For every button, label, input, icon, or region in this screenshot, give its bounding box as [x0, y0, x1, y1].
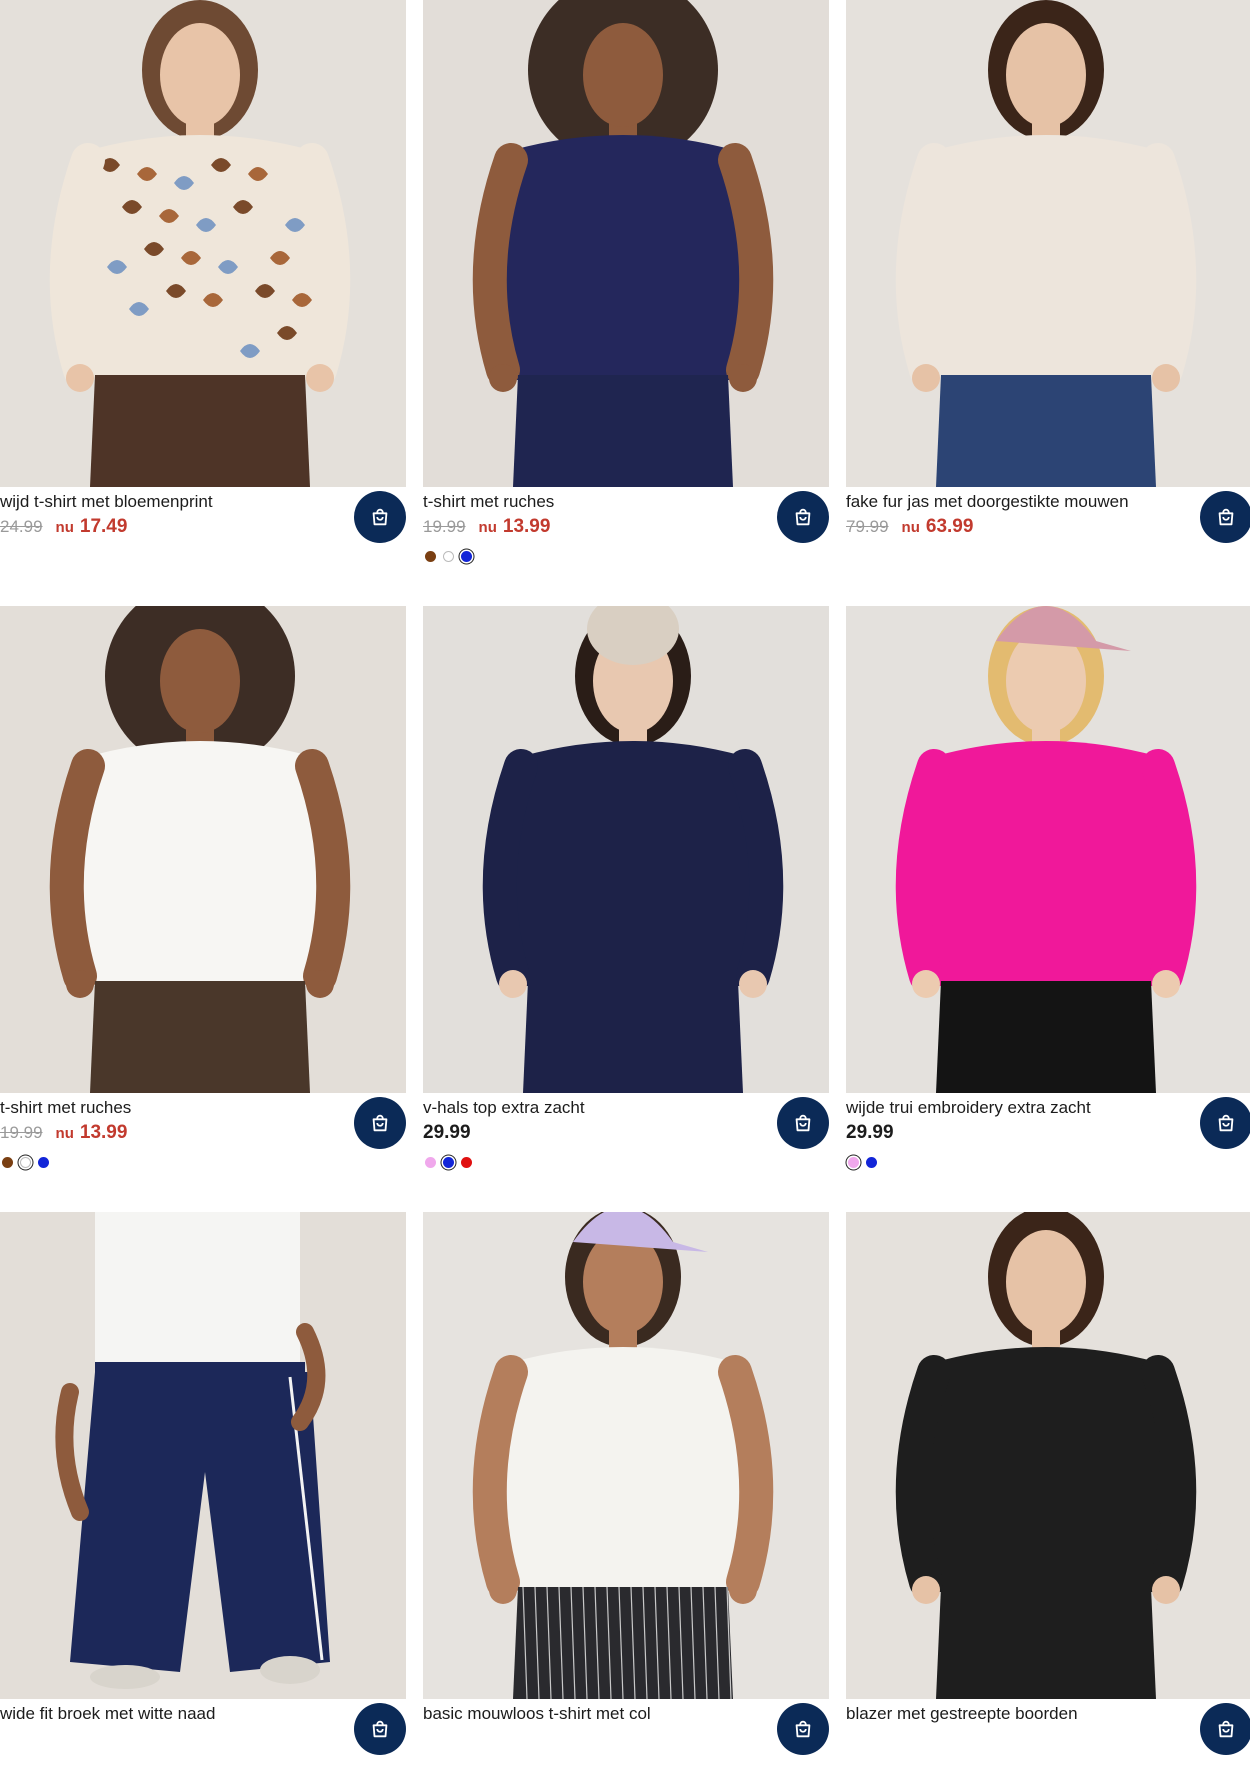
- sale-label: nu: [55, 1125, 74, 1142]
- sale-label: nu: [55, 519, 74, 536]
- shopping-bag-icon: [795, 1720, 811, 1738]
- product-card[interactable]: wide fit broek met witte naad: [0, 1212, 406, 1772]
- color-swatches: [848, 1157, 877, 1168]
- product-title[interactable]: t-shirt met ruches: [0, 1096, 345, 1120]
- color-swatch[interactable]: [38, 1157, 49, 1168]
- shopping-bag-icon: [1218, 508, 1234, 526]
- color-swatch[interactable]: [443, 1157, 454, 1168]
- product-title[interactable]: basic mouwloos t-shirt met col: [423, 1702, 768, 1726]
- color-swatch[interactable]: [425, 551, 436, 562]
- product-title[interactable]: t-shirt met ruches: [423, 490, 768, 514]
- product-image[interactable]: [423, 1212, 829, 1699]
- color-swatch[interactable]: [2, 1157, 13, 1168]
- product-title[interactable]: wide fit broek met witte naad: [0, 1702, 345, 1726]
- sale-price: 17.49: [79, 516, 128, 537]
- regular-price: 29.99: [846, 1122, 894, 1143]
- product-title[interactable]: wijd t-shirt met bloemenprint: [0, 490, 345, 514]
- old-price: 79.99: [846, 517, 889, 536]
- product-card[interactable]: t-shirt met ruches 19.99 nu 13.99: [423, 0, 829, 562]
- product-image[interactable]: [846, 606, 1250, 1093]
- sale-price: 13.99: [79, 1122, 128, 1143]
- product-image[interactable]: [846, 0, 1250, 487]
- color-swatches: [425, 1157, 472, 1168]
- old-price: 19.99: [423, 517, 466, 536]
- shopping-bag-icon: [795, 508, 811, 526]
- product-price: 29.99: [846, 1122, 894, 1148]
- add-to-cart-button[interactable]: [1200, 491, 1250, 543]
- add-to-cart-button[interactable]: [777, 491, 829, 543]
- product-image[interactable]: [423, 0, 829, 487]
- product-image[interactable]: [0, 1212, 406, 1699]
- shopping-bag-icon: [372, 1114, 388, 1132]
- sale-price: 13.99: [502, 516, 551, 537]
- color-swatch[interactable]: [866, 1157, 877, 1168]
- add-to-cart-button[interactable]: [1200, 1703, 1250, 1755]
- add-to-cart-button[interactable]: [777, 1097, 829, 1149]
- color-swatch[interactable]: [443, 551, 454, 562]
- sale-price: 63.99: [925, 516, 974, 537]
- product-card[interactable]: fake fur jas met doorgestikte mouwen 79.9…: [846, 0, 1250, 560]
- add-to-cart-button[interactable]: [1200, 1097, 1250, 1149]
- product-image[interactable]: [423, 606, 829, 1093]
- product-price: 19.99 nu 13.99: [423, 516, 550, 542]
- product-card[interactable]: wijde trui embroidery extra zacht 29.99: [846, 606, 1250, 1168]
- product-price: 19.99 nu 13.99: [0, 1122, 127, 1148]
- color-swatch[interactable]: [425, 1157, 436, 1168]
- color-swatches: [425, 551, 472, 562]
- regular-price: 29.99: [423, 1122, 471, 1143]
- color-swatch[interactable]: [461, 551, 472, 562]
- product-title[interactable]: wijde trui embroidery extra zacht: [846, 1096, 1191, 1120]
- shopping-bag-icon: [795, 1114, 811, 1132]
- color-swatch[interactable]: [461, 1157, 472, 1168]
- add-to-cart-button[interactable]: [354, 1097, 406, 1149]
- product-title[interactable]: fake fur jas met doorgestikte mouwen: [846, 490, 1191, 514]
- product-card[interactable]: v-hals top extra zacht 29.99: [423, 606, 829, 1168]
- product-title[interactable]: v-hals top extra zacht: [423, 1096, 768, 1120]
- product-card[interactable]: t-shirt met ruches 19.99 nu 13.99: [0, 606, 406, 1168]
- product-title[interactable]: blazer met gestreepte boorden: [846, 1702, 1191, 1726]
- old-price: 24.99: [0, 517, 43, 536]
- sale-label: nu: [901, 519, 920, 536]
- color-swatch[interactable]: [848, 1157, 859, 1168]
- product-image[interactable]: [0, 606, 406, 1093]
- product-price: 29.99: [423, 1122, 471, 1148]
- add-to-cart-button[interactable]: [354, 1703, 406, 1755]
- shopping-bag-icon: [372, 508, 388, 526]
- add-to-cart-button[interactable]: [354, 491, 406, 543]
- shopping-bag-icon: [372, 1720, 388, 1738]
- product-image[interactable]: [0, 0, 406, 487]
- shopping-bag-icon: [1218, 1720, 1234, 1738]
- old-price: 19.99: [0, 1123, 43, 1142]
- product-price: 79.99 nu 63.99: [846, 516, 973, 542]
- color-swatches: [2, 1157, 49, 1168]
- product-card[interactable]: wijd t-shirt met bloemenprint 24.99 nu 17.4…: [0, 0, 406, 560]
- product-image[interactable]: [846, 1212, 1250, 1699]
- product-card[interactable]: basic mouwloos t-shirt met col: [423, 1212, 829, 1772]
- product-price: 24.99 nu 17.49: [0, 516, 127, 542]
- color-swatch[interactable]: [20, 1157, 31, 1168]
- sale-label: nu: [478, 519, 497, 536]
- add-to-cart-button[interactable]: [777, 1703, 829, 1755]
- product-card[interactable]: blazer met gestreepte boorden: [846, 1212, 1250, 1772]
- shopping-bag-icon: [1218, 1114, 1234, 1132]
